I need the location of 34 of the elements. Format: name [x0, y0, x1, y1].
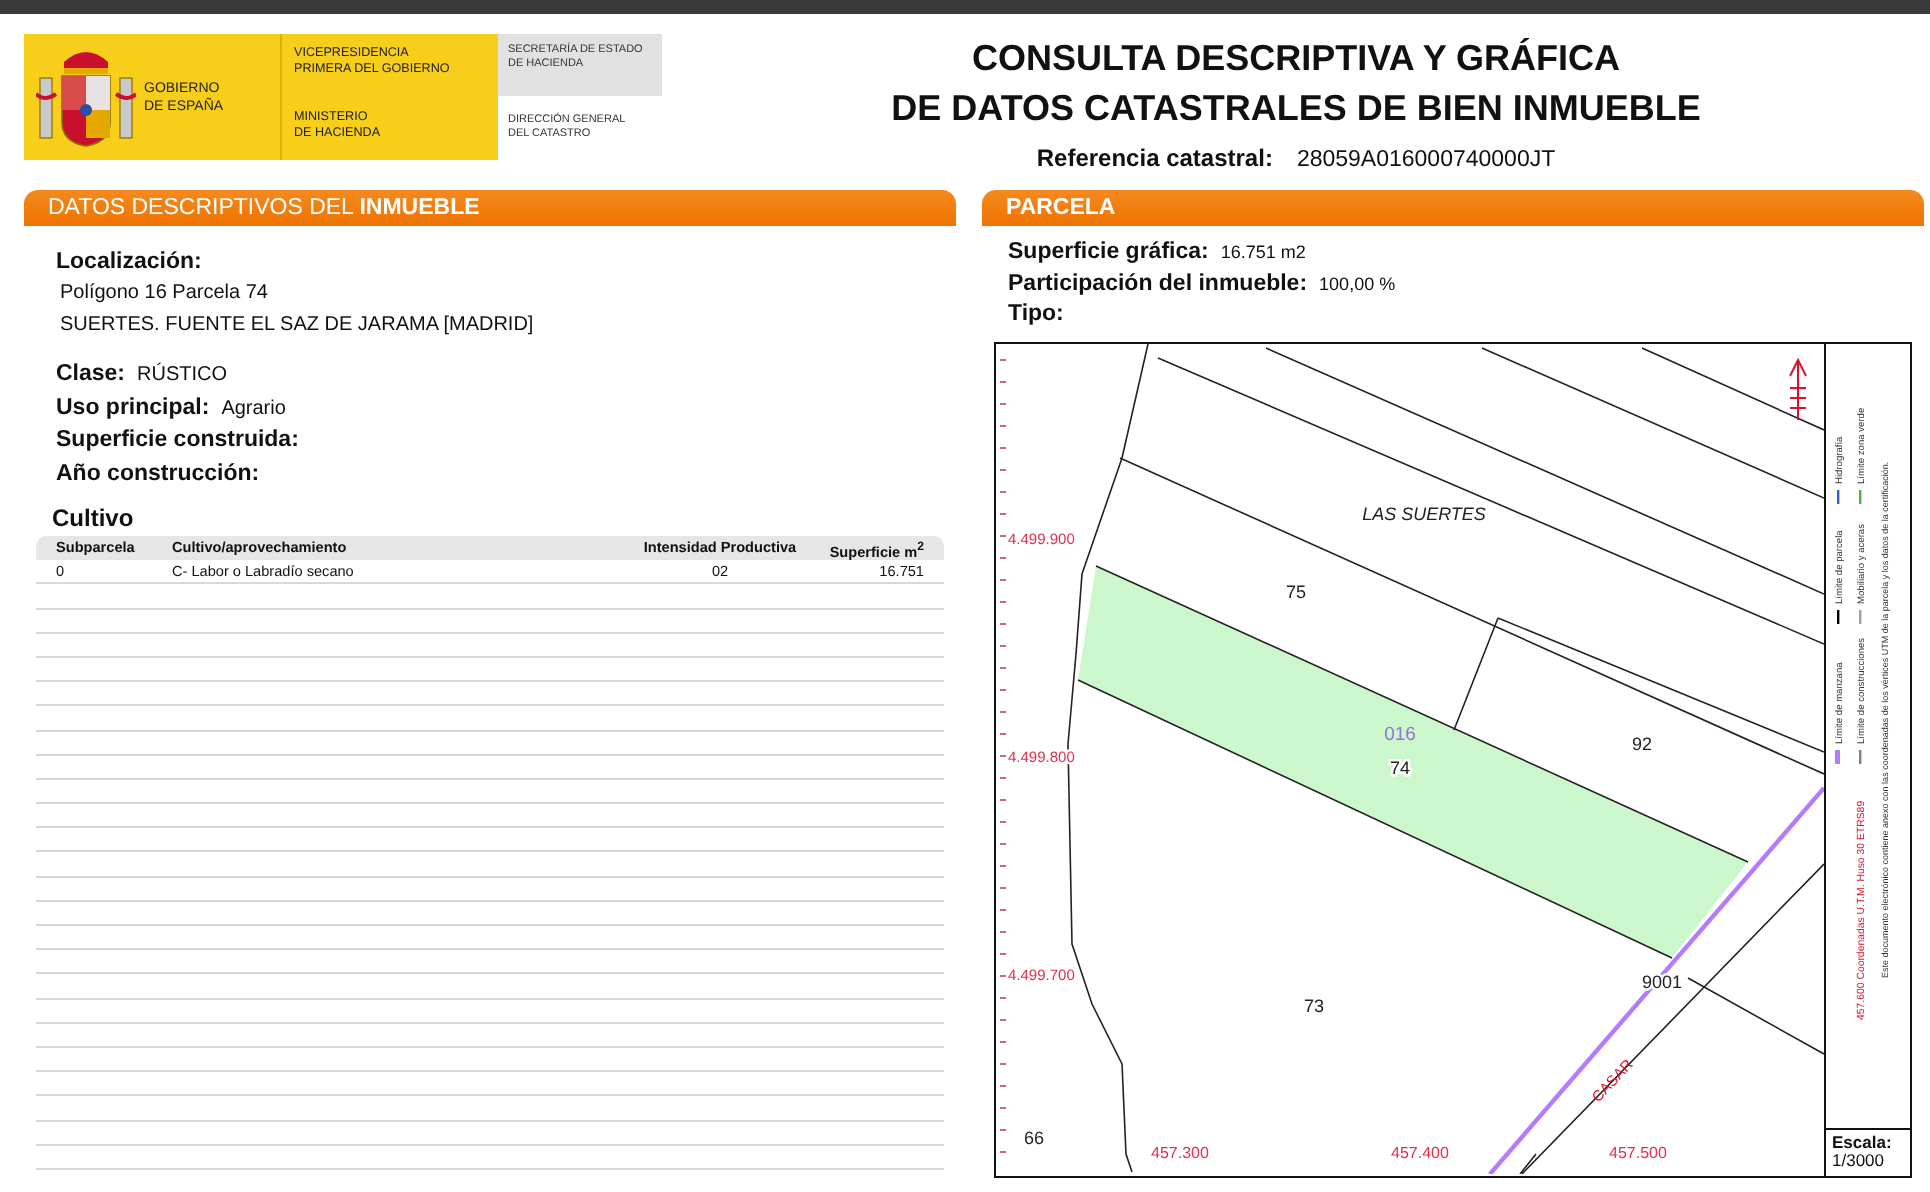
address-line: Polígono 16 Parcela 74 — [60, 282, 270, 306]
parcel-number: 74 — [1390, 757, 1410, 777]
scale-value: 1/3000 — [1832, 1151, 1886, 1169]
place-name: LAS SUERTES — [1362, 503, 1486, 523]
field-label: Uso principal: — [56, 395, 210, 419]
document-title: DE DATOS CATASTRALES DE BIEN INMUEBLE — [891, 86, 1701, 132]
parcel-number: 75 — [1286, 581, 1306, 601]
field-value: 100,00 % — [1319, 273, 1396, 293]
parcel-number: 92 — [1632, 733, 1652, 753]
field-label: Tipo: — [1008, 302, 1064, 326]
field-label: Superficie gráfica: — [1008, 240, 1209, 264]
field-value: 16.751 m2 — [1220, 242, 1306, 262]
parcel-number: 73 — [1304, 995, 1324, 1015]
coordinate-label: 457.300 — [1151, 1143, 1209, 1161]
field-label: Superficie construida: — [56, 428, 299, 452]
polygon-number: 016 — [1384, 723, 1416, 745]
section-header: PARCELA — [982, 190, 1924, 226]
parcel-number: 66 — [1024, 1127, 1044, 1147]
section-header: DATOS DESCRIPTIVOS DEL INMUEBLE — [24, 190, 956, 226]
reference-value: 28059A016000740000JT — [1296, 148, 1556, 172]
north-arrow-icon — [1789, 356, 1807, 420]
field-label: Participación del inmueble: — [1008, 271, 1308, 295]
document-title: CONSULTA DESCRIPTIVA Y GRÁFICA — [971, 36, 1621, 82]
scale-label: Escala: — [1832, 1133, 1894, 1151]
address-line: SUERTES. FUENTE EL SAZ DE JARAMA [MADRID] — [60, 314, 536, 338]
field-value: Agrario — [221, 397, 286, 419]
field-label: Localización: — [56, 250, 204, 274]
coordinate-label: 457.500 — [1609, 1143, 1667, 1161]
field-value: RÚSTICO — [137, 364, 228, 386]
reference-label: Referencia catastral: — [1036, 144, 1273, 172]
field-label: Año construcción: — [56, 461, 260, 485]
section-title: Cultivo — [52, 504, 136, 532]
coordinate-label: 457.400 — [1391, 1143, 1449, 1161]
field-label: Clase: — [56, 362, 126, 386]
